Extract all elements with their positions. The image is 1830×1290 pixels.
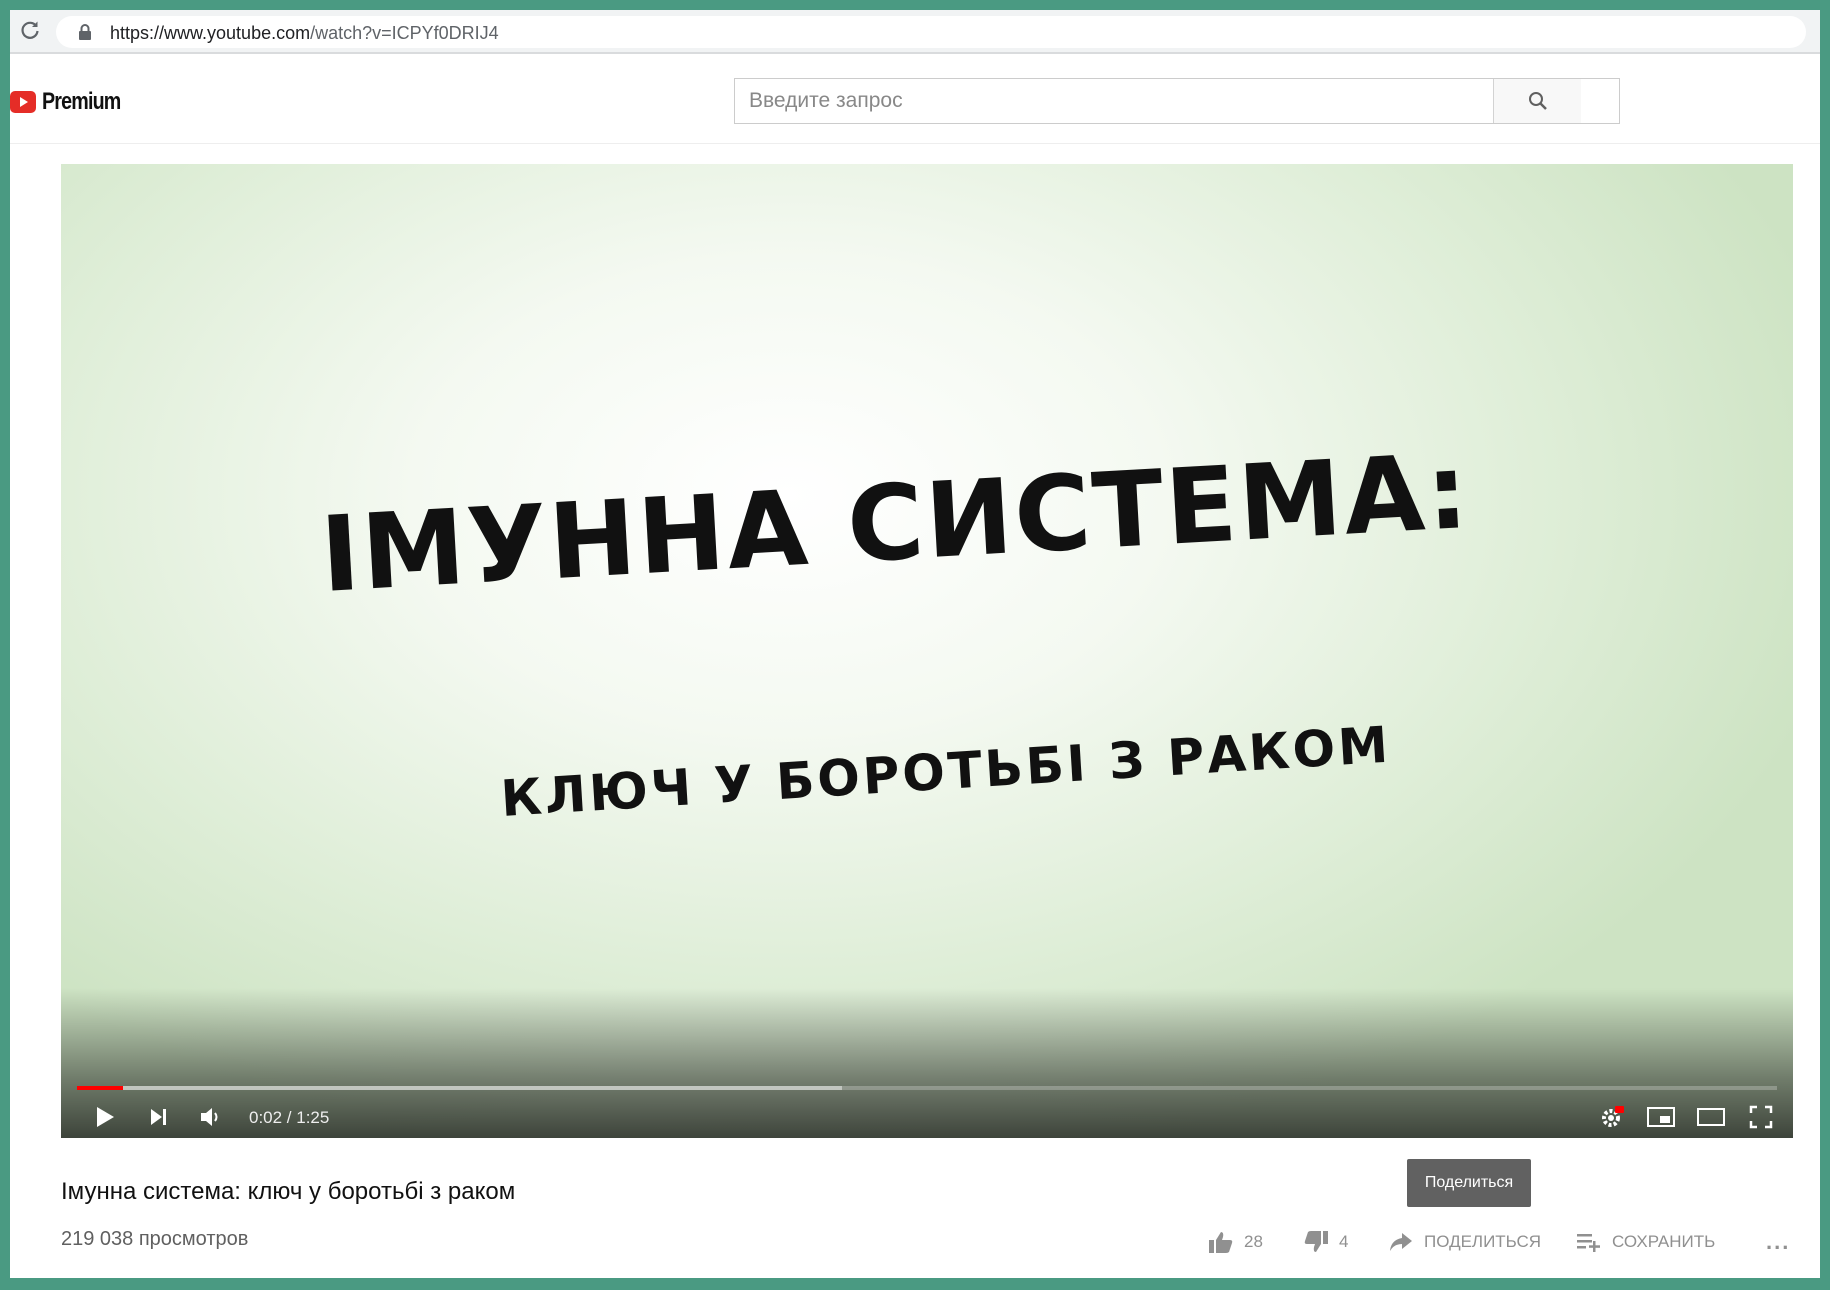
browser-window: https://www.youtube.com/watch?v=ICPYf0DR… — [10, 10, 1820, 1278]
video-player[interactable]: Імунна система: ключ у боротьбі з раком … — [61, 164, 1793, 1138]
thumbs-up-icon — [1209, 1232, 1233, 1253]
address-bar: https://www.youtube.com/watch?v=ICPYf0DR… — [10, 10, 1820, 54]
video-frame-title: Імунна система: — [317, 429, 1474, 616]
volume-icon — [201, 1108, 218, 1126]
url-host: https://www.youtube.com — [110, 23, 311, 43]
youtube-premium-logo[interactable]: Premium — [10, 88, 138, 116]
youtube-play-logo-icon — [10, 91, 36, 113]
settings-button[interactable] — [1593, 1100, 1631, 1134]
dislike-button[interactable]: 4 — [1303, 1226, 1348, 1258]
share-tooltip: Поделиться — [1407, 1159, 1531, 1207]
play-icon — [97, 1107, 114, 1127]
playlist-add-icon — [1577, 1234, 1600, 1252]
video-title: Імунна система: ключ у боротьбі з раком — [61, 1178, 516, 1205]
miniplayer-button[interactable] — [1641, 1100, 1681, 1134]
more-actions-button[interactable]: ... — [1766, 1226, 1790, 1258]
search-icon — [1528, 92, 1547, 110]
dislike-count: 4 — [1339, 1232, 1349, 1251]
theater-mode-icon — [1697, 1108, 1725, 1126]
thumbs-down-icon — [1304, 1231, 1328, 1252]
theater-mode-button[interactable] — [1691, 1100, 1731, 1134]
more-icon: ... — [1766, 1229, 1791, 1254]
search-button[interactable] — [1493, 79, 1581, 123]
search-box — [734, 78, 1620, 124]
gear-icon — [1602, 1106, 1624, 1127]
reload-icon[interactable] — [18, 18, 42, 42]
url-field[interactable]: https://www.youtube.com/watch?v=ICPYf0DR… — [56, 16, 1806, 48]
like-count: 28 — [1244, 1232, 1263, 1251]
video-actions: 28 4 ПОДЕЛИТЬСЯ СОХРАНИТЬ ... — [10, 1226, 1820, 1258]
play-button[interactable] — [85, 1100, 125, 1134]
progress-played — [77, 1086, 123, 1090]
progress-buffered — [77, 1086, 842, 1090]
logo-text: Premium — [42, 88, 121, 115]
youtube-header: Premium — [10, 56, 1820, 144]
fullscreen-button[interactable] — [1741, 1100, 1781, 1134]
url-path: /watch?v=ICPYf0DRIJ4 — [310, 23, 499, 43]
url-text: https://www.youtube.com/watch?v=ICPYf0DR… — [110, 23, 499, 44]
video-frame-subtitle: ключ у боротьбі з раком — [499, 715, 1393, 828]
lock-icon — [79, 24, 91, 40]
volume-button[interactable] — [191, 1100, 231, 1134]
save-button[interactable]: СОХРАНИТЬ — [1576, 1226, 1715, 1258]
share-icon — [1390, 1233, 1412, 1251]
skip-next-icon — [151, 1109, 166, 1125]
time-display: 0:02 / 1:25 — [249, 1108, 330, 1127]
like-button[interactable]: 28 — [1208, 1226, 1263, 1258]
share-label: ПОДЕЛИТЬСЯ — [1424, 1232, 1542, 1251]
miniplayer-icon — [1647, 1107, 1675, 1127]
fullscreen-icon — [1749, 1105, 1773, 1129]
progress-bar[interactable] — [77, 1086, 1777, 1090]
save-label: СОХРАНИТЬ — [1612, 1232, 1716, 1251]
share-button[interactable]: ПОДЕЛИТЬСЯ — [1388, 1226, 1541, 1258]
next-button[interactable] — [139, 1100, 179, 1134]
search-input[interactable] — [735, 79, 1493, 123]
